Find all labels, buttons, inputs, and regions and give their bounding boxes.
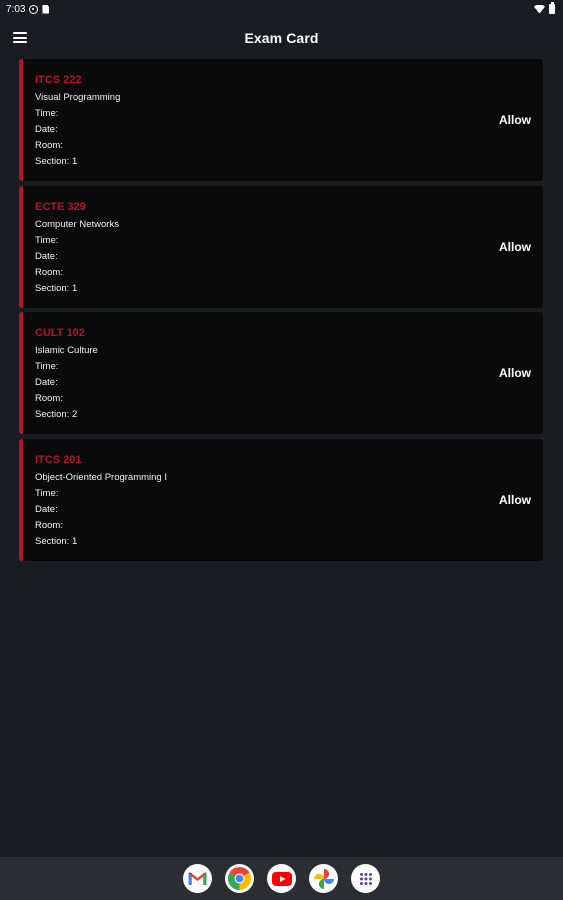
youtube-icon[interactable]	[267, 864, 296, 893]
exam-room: Room:	[35, 140, 63, 151]
status-time: 7:03	[6, 3, 26, 15]
exam-card-body: ECTE 329 Computer Networks Time: Date: R…	[35, 199, 119, 297]
exam-section: Section: 2	[35, 409, 78, 421]
exam-room: Room:	[35, 393, 63, 405]
exam-section: Section: 1	[35, 535, 78, 547]
exam-date: Date:	[35, 503, 58, 515]
exam-card: ECTE 329 Computer Networks Time: Date: R…	[19, 185, 543, 308]
exam-time: Time:	[35, 234, 59, 246]
exam-section: Section: 1	[35, 156, 78, 167]
exam-card-body: ITCS 201 Object-Oriented Programming I T…	[35, 452, 167, 550]
app-bar: Exam Card	[0, 18, 563, 58]
course-name: Islamic Culture	[35, 345, 98, 357]
gmail-icon[interactable]	[183, 864, 212, 893]
notification-circle-icon	[29, 4, 39, 14]
status-right	[534, 2, 555, 14]
course-name: Computer Networks	[35, 218, 119, 230]
hamburger-menu-icon[interactable]	[13, 32, 27, 43]
page-title: Exam Card	[244, 30, 319, 46]
course-code: ITCS 222	[35, 74, 82, 86]
status-bar: 7:03	[0, 0, 563, 18]
exam-card-body: ITCS 222 Visual Programming Time: Date: …	[35, 72, 120, 170]
exam-time: Time:	[35, 108, 59, 119]
chrome-icon[interactable]	[225, 864, 254, 893]
allow-status[interactable]: Allow	[499, 113, 531, 127]
status-left: 7:03	[6, 3, 50, 15]
exam-time: Time:	[35, 361, 59, 373]
exam-date: Date:	[35, 250, 58, 262]
exam-card: ITCS 201 Object-Oriented Programming I T…	[19, 438, 543, 561]
exam-room: Room:	[35, 519, 63, 531]
exam-date: Date:	[35, 377, 58, 389]
course-name: Visual Programming	[35, 92, 121, 103]
exam-card-list: ITCS 222 Visual Programming Time: Date: …	[19, 59, 543, 565]
wifi-icon	[534, 4, 545, 14]
file-notification-icon	[42, 4, 50, 14]
exam-time: Time:	[35, 487, 59, 499]
exam-room: Room:	[35, 266, 63, 278]
allow-status[interactable]: Allow	[499, 493, 531, 507]
exam-card-body: CULT 102 Islamic Culture Time: Date: Roo…	[35, 325, 98, 423]
course-code: ITCS 201	[35, 453, 82, 466]
screen: 7:03 Exam Card ITCS 222 Visual Programmi…	[0, 0, 563, 900]
course-code: CULT 102	[35, 327, 85, 340]
exam-section: Section: 1	[35, 282, 78, 294]
exam-card: CULT 102 Islamic Culture Time: Date: Roo…	[19, 312, 543, 435]
course-code: ECTE 329	[35, 200, 86, 213]
photos-icon[interactable]	[309, 864, 338, 893]
course-name: Object-Oriented Programming I	[35, 471, 167, 483]
exam-date: Date:	[35, 124, 58, 135]
allow-status[interactable]: Allow	[499, 240, 531, 254]
app-dock	[0, 857, 563, 900]
exam-card: ITCS 222 Visual Programming Time: Date: …	[19, 59, 543, 181]
app-drawer-icon[interactable]	[351, 864, 380, 893]
allow-status[interactable]: Allow	[499, 366, 531, 380]
battery-icon	[549, 2, 555, 14]
